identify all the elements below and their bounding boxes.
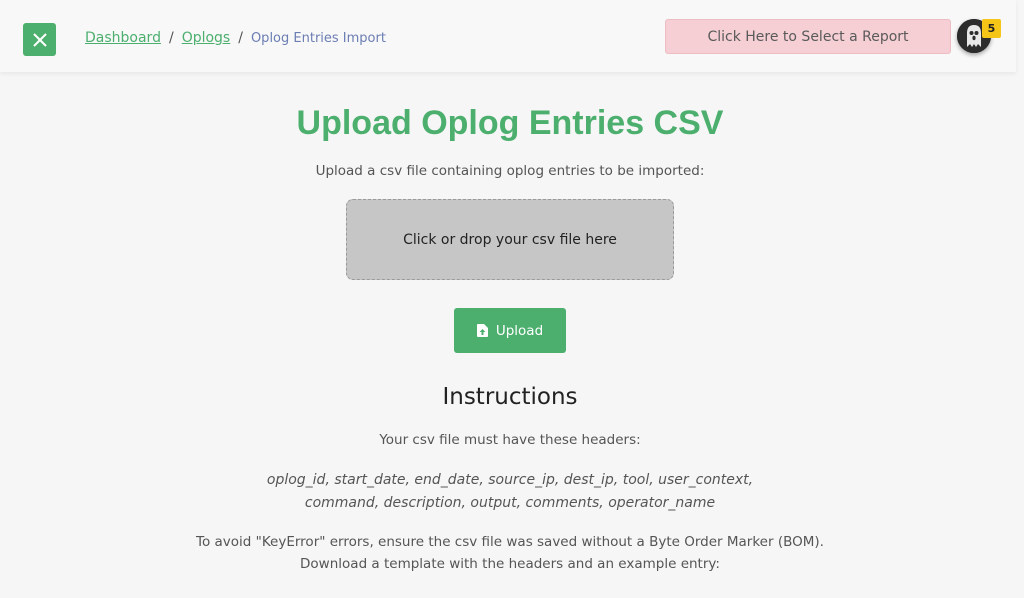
notification-badge: 5 bbox=[982, 19, 1001, 38]
breadcrumb-separator: / bbox=[238, 30, 243, 46]
breadcrumb: Dashboard / Oplogs / Oplog Entries Impor… bbox=[85, 30, 386, 46]
close-sidebar-button[interactable] bbox=[23, 23, 56, 56]
breadcrumb-current: Oplog Entries Import bbox=[250, 30, 386, 46]
bom-warning-text: To avoid "KeyError" errors, ensure the c… bbox=[196, 534, 824, 550]
dropzone-label: Click or drop your csv file here bbox=[403, 231, 617, 248]
breadcrumb-dashboard-link[interactable]: Dashboard bbox=[85, 30, 161, 46]
instructions-heading: Instructions bbox=[442, 384, 578, 410]
page-title: Upload Oplog Entries CSV bbox=[296, 104, 724, 142]
select-report-button[interactable]: Click Here to Select a Report bbox=[665, 19, 951, 54]
breadcrumb-separator: / bbox=[168, 30, 174, 46]
upload-subtitle: Upload a csv file containing oplog entri… bbox=[315, 163, 705, 179]
required-headers-list: oplog_id, start_date, end_date, source_i… bbox=[260, 469, 760, 515]
bom-note: To avoid "KeyError" errors, ensure the c… bbox=[0, 531, 1020, 575]
top-navbar: Dashboard / Oplogs / Oplog Entries Impor… bbox=[0, 0, 1016, 72]
csv-dropzone[interactable]: Click or drop your csv file here bbox=[346, 199, 674, 280]
headers-intro-text: Your csv file must have these headers: bbox=[379, 432, 641, 448]
template-download-text: Download a template with the headers and… bbox=[300, 556, 720, 572]
breadcrumb-oplogs-link[interactable]: Oplogs bbox=[182, 30, 231, 46]
headers-line: command, description, output, comments, … bbox=[304, 495, 716, 511]
upload-button-label: Upload bbox=[495, 322, 544, 339]
headers-line: oplog_id, start_date, end_date, source_i… bbox=[266, 472, 754, 488]
upload-button[interactable]: Upload bbox=[454, 308, 566, 353]
close-icon bbox=[32, 32, 47, 47]
file-upload-icon bbox=[476, 324, 488, 337]
